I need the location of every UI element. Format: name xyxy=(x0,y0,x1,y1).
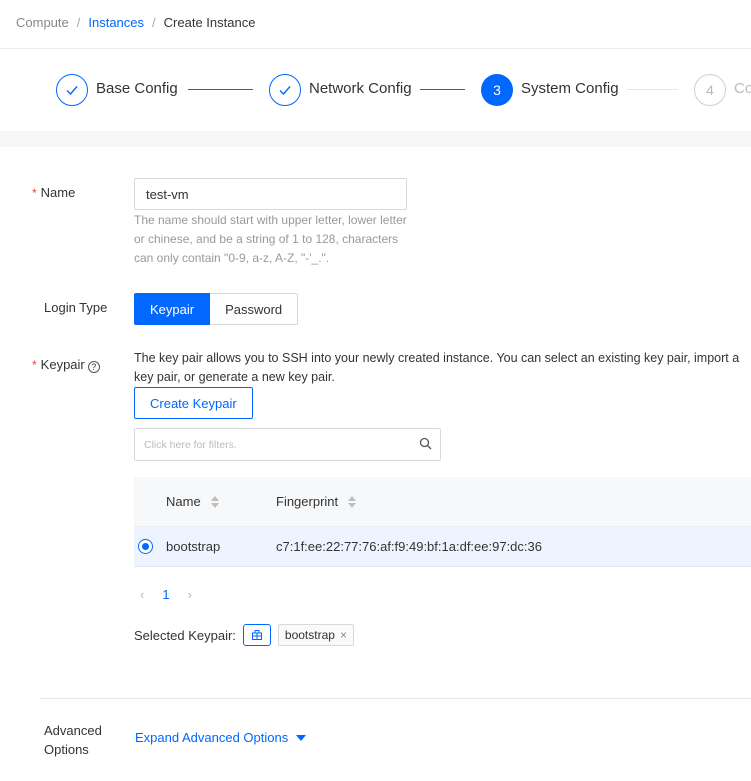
selected-keypair-label: Selected Keypair: xyxy=(134,627,236,643)
close-icon[interactable]: × xyxy=(340,628,347,642)
breadcrumb-current: Create Instance xyxy=(163,15,256,30)
filter-input[interactable] xyxy=(135,429,405,460)
section-band xyxy=(0,131,751,147)
keypair-label-text: Keypair xyxy=(40,357,85,372)
required-mark: * xyxy=(32,358,37,372)
column-name-header[interactable]: Name xyxy=(166,494,219,509)
column-fingerprint-label: Fingerprint xyxy=(276,494,339,509)
column-name-label: Name xyxy=(166,494,201,509)
pagination: ‹ 1 › xyxy=(140,587,192,602)
breadcrumb-instances-link[interactable]: Instances xyxy=(88,15,144,30)
column-fingerprint-header[interactable]: Fingerprint xyxy=(276,494,357,509)
sort-icon[interactable] xyxy=(210,495,219,508)
sort-icon[interactable] xyxy=(348,495,357,508)
name-label-text: Name xyxy=(40,185,76,200)
search-icon[interactable] xyxy=(419,437,432,453)
step-2-label: Network Config xyxy=(309,80,412,97)
step-2-check-icon xyxy=(269,74,301,106)
login-type-password-button[interactable]: Password xyxy=(210,293,299,325)
table-row[interactable]: bootstrap c7:1f:ee:22:77:76:af:f9:49:bf:… xyxy=(134,527,751,567)
row-name: bootstrap xyxy=(166,539,221,554)
page-1[interactable]: 1 xyxy=(162,587,169,602)
step-1-label: Base Config xyxy=(96,80,178,97)
selected-keypair-tag-label: bootstrap xyxy=(284,628,335,642)
name-input[interactable] xyxy=(134,178,407,210)
name-label: * Name xyxy=(32,185,75,200)
step-3-label: System Config xyxy=(521,80,619,97)
required-mark: * xyxy=(32,186,37,200)
prev-page-icon[interactable]: ‹ xyxy=(140,587,144,602)
step-1-check-icon xyxy=(56,74,88,106)
step-4-label: Co xyxy=(734,80,751,97)
selected-keypair: Selected Keypair: bootstrap × xyxy=(134,624,354,646)
name-help-text: The name should start with upper letter,… xyxy=(134,213,407,265)
breadcrumb: Compute / Instances / Create Instance xyxy=(16,15,255,30)
expand-advanced-options-link[interactable]: Expand Advanced Options xyxy=(135,730,307,745)
breadcrumb-separator: / xyxy=(152,15,156,30)
caret-down-icon xyxy=(296,734,307,741)
step-4-number: 4 xyxy=(694,74,726,106)
table-header: Name Fingerprint xyxy=(134,477,751,527)
section-divider xyxy=(40,698,751,699)
wizard-steps: Base Config Network Config 3 System Conf… xyxy=(0,49,751,131)
row-radio[interactable] xyxy=(138,539,153,554)
selected-keypair-tag: bootstrap × xyxy=(277,624,354,646)
keypair-label: * Keypair? xyxy=(32,357,100,373)
login-type-switch: Keypair Password xyxy=(134,293,299,325)
keypair-filter xyxy=(134,428,441,461)
keypair-icon xyxy=(242,624,271,646)
expand-advanced-options-text: Expand Advanced Options xyxy=(135,730,289,745)
advanced-options-label: Advanced Options xyxy=(44,723,102,757)
step-connector xyxy=(420,89,465,90)
next-page-icon[interactable]: › xyxy=(188,587,192,602)
step-connector xyxy=(627,89,678,90)
login-type-label: Login Type xyxy=(44,300,108,315)
row-fingerprint: c7:1f:ee:22:77:76:af:f9:49:bf:1a:df:ee:9… xyxy=(276,539,542,554)
keypair-description: The key pair allows you to SSH into your… xyxy=(134,351,740,384)
login-type-keypair-button[interactable]: Keypair xyxy=(134,293,211,325)
breadcrumb-separator: / xyxy=(76,15,81,30)
step-connector xyxy=(188,89,253,90)
breadcrumb-compute[interactable]: Compute xyxy=(16,15,69,30)
create-keypair-button[interactable]: Create Keypair xyxy=(134,387,253,419)
help-icon[interactable]: ? xyxy=(87,361,100,373)
step-3-number: 3 xyxy=(481,74,513,106)
